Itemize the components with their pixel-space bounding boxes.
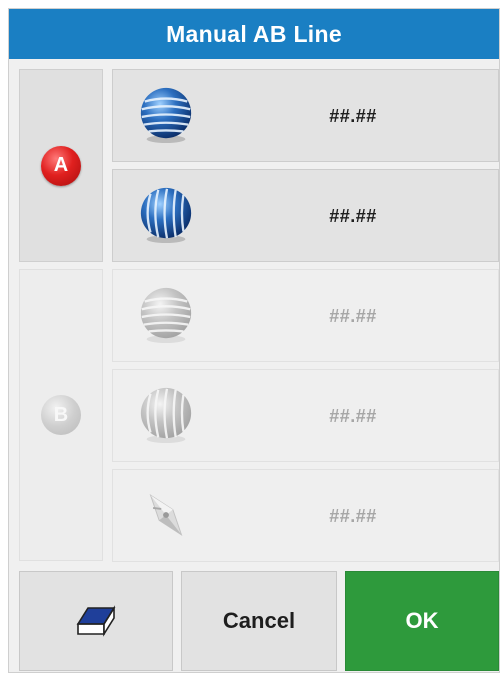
longitude-globe-icon [140,387,192,444]
latitude-globe-icon [140,87,192,144]
point-b-latitude-value: ##.## [329,306,377,326]
point-b-longitude-button[interactable]: ##.## [112,369,499,462]
point-b-latitude-button[interactable]: ##.## [112,269,499,362]
point-b-badge: B [41,395,81,435]
point-a-latitude-button[interactable]: ##.## [112,69,499,162]
point-a-badge: A [41,145,81,186]
point-a-label-panel: A [19,69,103,262]
point-a-longitude-button[interactable]: ##.## [112,169,499,262]
point-a-longitude-value: ##.## [329,206,377,226]
heading-compass-icon [149,494,183,536]
point-b-heading-button[interactable]: ##.## [112,469,499,562]
point-b-heading-value: ##.## [329,506,377,526]
latitude-globe-icon [140,287,192,344]
dialog-title: Manual AB Line [9,9,499,59]
clear-button[interactable] [19,571,173,671]
eraser-icon [76,605,116,637]
manual-ab-line-dialog: Manual AB Line A ##.## ##.## B ##.## ##.… [8,8,500,673]
point-b-label-panel: B [19,269,103,561]
longitude-globe-icon [140,187,192,244]
ok-button[interactable]: OK [345,571,499,671]
point-b-longitude-value: ##.## [329,406,377,426]
point-a-latitude-value: ##.## [329,106,377,126]
cancel-button[interactable]: Cancel [181,571,337,671]
